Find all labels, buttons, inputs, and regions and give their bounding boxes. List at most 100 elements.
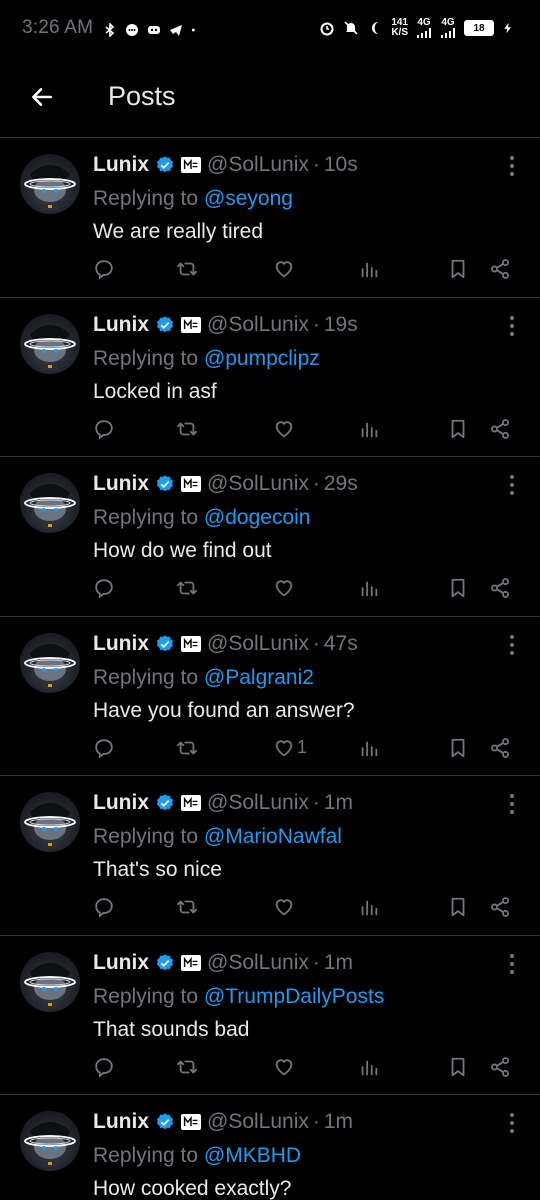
post-time[interactable]: 10s (324, 153, 358, 177)
verified-badge-icon (155, 793, 175, 813)
reply-button[interactable] (93, 892, 115, 922)
reply-button[interactable] (93, 254, 115, 284)
author-handle[interactable]: @SolLunix (207, 951, 309, 975)
views-button[interactable] (358, 414, 380, 444)
avatar[interactable] (20, 951, 80, 1012)
repost-button[interactable] (176, 733, 198, 763)
like-button[interactable] (273, 573, 297, 603)
author-handle[interactable]: @SolLunix (207, 153, 309, 177)
more-options-button[interactable] (500, 152, 524, 180)
reply-button[interactable] (93, 733, 115, 763)
author-name[interactable]: Lunix (93, 313, 149, 337)
author-name[interactable]: Lunix (93, 153, 149, 177)
views-button[interactable] (358, 892, 380, 922)
avatar[interactable] (20, 632, 80, 693)
repost-button[interactable] (176, 573, 198, 603)
affiliate-logo-icon[interactable] (181, 476, 201, 492)
post-time[interactable]: 29s (324, 472, 358, 496)
author-name[interactable]: Lunix (93, 1110, 149, 1134)
bookmark-button[interactable] (447, 414, 469, 444)
like-button[interactable] (273, 892, 297, 922)
like-button[interactable] (273, 414, 297, 444)
system-indicators: 141 K/S 4G 4G 18 (319, 18, 518, 38)
affiliate-logo-icon[interactable] (181, 1114, 201, 1130)
post-item[interactable]: Lunix @SolLunix · 1m Replying to @MKBHD … (0, 1095, 540, 1200)
replying-to-link[interactable]: @MKBHD (204, 1144, 301, 1167)
author-name[interactable]: Lunix (93, 951, 149, 975)
post-item[interactable]: Lunix @SolLunix · 10s Replying to @seyon… (0, 138, 540, 298)
bookmark-button[interactable] (447, 573, 469, 603)
post-item[interactable]: Lunix @SolLunix · 29s Replying to @dogec… (0, 457, 540, 617)
post-time[interactable]: 1m (324, 951, 353, 975)
more-options-button[interactable] (500, 950, 524, 978)
affiliate-logo-icon[interactable] (181, 954, 201, 971)
post-item[interactable]: Lunix @SolLunix · 1m Replying to @MarioN… (0, 776, 540, 936)
views-button[interactable] (358, 1052, 380, 1082)
bookmark-button[interactable] (447, 1052, 469, 1082)
avatar[interactable] (20, 792, 80, 852)
post-item[interactable]: Lunix @SolLunix · 19s Replying to @pumpc… (0, 298, 540, 457)
affiliate-logo-icon[interactable] (181, 795, 201, 811)
replying-to-link[interactable]: @seyong (204, 187, 293, 210)
more-options-button[interactable] (500, 1109, 524, 1137)
post-time[interactable]: 19s (324, 313, 358, 337)
author-handle[interactable]: @SolLunix (207, 472, 309, 496)
bookmark-button[interactable] (447, 892, 469, 922)
replying-to-link[interactable]: @Palgrani2 (204, 666, 314, 689)
author-handle[interactable]: @SolLunix (207, 791, 309, 815)
share-button[interactable] (489, 573, 511, 603)
share-button[interactable] (489, 1052, 511, 1082)
more-vertical-icon-dot (510, 802, 514, 806)
repost-button[interactable] (176, 254, 198, 284)
views-button[interactable] (358, 733, 380, 763)
affiliate-logo-icon[interactable] (181, 635, 201, 652)
author-handle[interactable]: @SolLunix (207, 313, 309, 337)
reply-button[interactable] (93, 573, 115, 603)
views-button[interactable] (358, 254, 380, 284)
more-options-button[interactable] (500, 631, 524, 659)
replying-to-link[interactable]: @MarioNawfal (204, 825, 342, 848)
share-button[interactable] (489, 414, 511, 444)
reply-button[interactable] (93, 414, 115, 444)
views-icon (361, 1060, 378, 1075)
repost-button[interactable] (176, 892, 198, 922)
bookmark-button[interactable] (447, 733, 469, 763)
affiliate-logo-icon[interactable] (181, 157, 201, 173)
replying-to-label: Replying to (93, 665, 199, 689)
more-options-button[interactable] (500, 471, 524, 499)
post-actions (93, 892, 523, 922)
like-button[interactable] (273, 1052, 297, 1082)
post-item[interactable]: Lunix @SolLunix · 47s Replying to @Palgr… (0, 617, 540, 776)
affiliate-logo-icon[interactable] (181, 316, 201, 333)
author-name[interactable]: Lunix (93, 472, 149, 496)
bookmark-button[interactable] (447, 254, 469, 284)
post-time[interactable]: 1m (324, 791, 353, 815)
post-meta: Lunix @SolLunix · 1m (93, 948, 520, 978)
avatar[interactable] (20, 473, 80, 533)
repost-button[interactable] (176, 414, 198, 444)
author-name[interactable]: Lunix (93, 632, 149, 656)
post-time[interactable]: 1m (324, 1110, 353, 1134)
back-button[interactable] (14, 69, 70, 125)
avatar[interactable] (20, 154, 80, 214)
post-item[interactable]: Lunix @SolLunix · 1m Replying to @TrumpD… (0, 936, 540, 1095)
post-time[interactable]: 47s (324, 632, 358, 656)
avatar[interactable] (20, 1111, 80, 1171)
avatar[interactable] (20, 313, 80, 374)
like-button[interactable]: 1 (273, 733, 307, 763)
views-button[interactable] (358, 573, 380, 603)
share-button[interactable] (489, 733, 511, 763)
share-button[interactable] (489, 892, 511, 922)
reply-button[interactable] (93, 1052, 115, 1082)
replying-to-link[interactable]: @dogecoin (204, 506, 311, 529)
author-handle[interactable]: @SolLunix (207, 632, 309, 656)
replying-to-link[interactable]: @pumpclipz (204, 347, 320, 370)
more-options-button[interactable] (500, 312, 524, 340)
author-name[interactable]: Lunix (93, 791, 149, 815)
like-button[interactable] (273, 254, 297, 284)
replying-to-link[interactable]: @TrumpDailyPosts (204, 985, 384, 1008)
more-options-button[interactable] (500, 790, 524, 818)
share-button[interactable] (489, 254, 511, 284)
repost-button[interactable] (176, 1052, 198, 1082)
author-handle[interactable]: @SolLunix (207, 1110, 309, 1134)
